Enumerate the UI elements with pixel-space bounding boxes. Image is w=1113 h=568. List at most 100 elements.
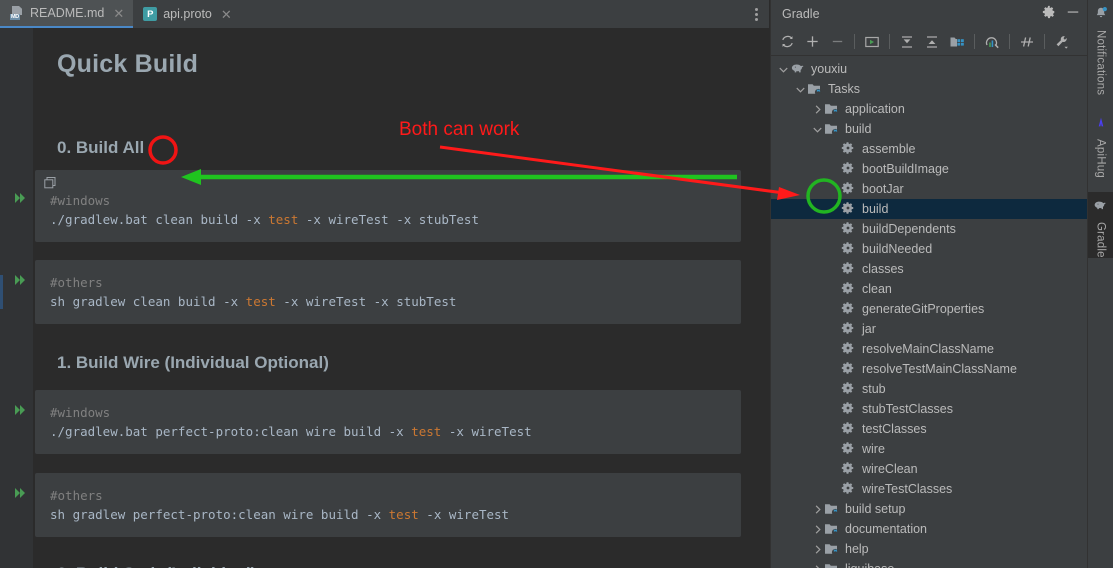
chevron-right-icon[interactable]	[811, 559, 824, 568]
chevron-right-icon[interactable]	[811, 539, 824, 559]
tasks-grouping-icon[interactable]	[945, 31, 969, 53]
code-block[interactable]: #windows ./gradlew.bat clean build -x te…	[35, 170, 741, 242]
strip-tab-label: Gradle	[1094, 222, 1107, 258]
tree-row-wiretestclasses[interactable]: wireTestClasses	[771, 479, 1087, 499]
editor-tabs-overflow-menu[interactable]	[742, 0, 770, 28]
tree-row-build[interactable]: build	[771, 199, 1087, 219]
tree-row-wire[interactable]: wire	[771, 439, 1087, 459]
code-text: -x wireTest	[441, 424, 532, 439]
tree-row-bootbuildimage[interactable]: bootBuildImage	[771, 159, 1087, 179]
strip-tab-notifications[interactable]: Notifications	[1088, 0, 1113, 95]
tree-chevron-placeholder	[828, 319, 841, 339]
gear-task-icon	[841, 481, 857, 497]
code-block[interactable]: #windows ./gradlew.bat perfect-proto:cle…	[35, 390, 741, 454]
strip-tab-apihug[interactable]: ApiHug	[1088, 109, 1113, 178]
run-configuration-icon[interactable]	[860, 31, 884, 53]
tree-row-generategitproperties[interactable]: generateGitProperties	[771, 299, 1087, 319]
tree-row-clean[interactable]: clean	[771, 279, 1087, 299]
chevron-down-icon[interactable]	[777, 59, 790, 79]
run-gutter-icon[interactable]	[13, 191, 27, 205]
tree-row-label: stub	[862, 381, 886, 396]
code-text: ./gradlew.bat perfect-proto:clean wire b…	[50, 424, 412, 439]
tree-row-assemble[interactable]: assemble	[771, 139, 1087, 159]
close-icon[interactable]: ✕	[113, 7, 124, 20]
tree-chevron-placeholder	[828, 199, 841, 219]
more-vertical-icon	[754, 7, 758, 21]
build-tool-settings-icon[interactable]	[1050, 31, 1074, 53]
tree-row-stubtestclasses[interactable]: stubTestClasses	[771, 399, 1087, 419]
tree-row-help[interactable]: help	[771, 539, 1087, 559]
tree-row-documentation[interactable]: documentation	[771, 519, 1087, 539]
gear-task-icon	[841, 241, 857, 257]
code-comment: #others	[50, 488, 103, 503]
gradle-panel-title: Gradle	[782, 7, 820, 21]
tree-row-build-setup[interactable]: build setup	[771, 499, 1087, 519]
tree-row-resolvemainclassname[interactable]: resolveMainClassName	[771, 339, 1087, 359]
tree-row-label: youxiu	[811, 61, 848, 76]
code-block[interactable]: #others sh gradlew clean build -x test -…	[35, 260, 741, 324]
editor-tab-readme[interactable]: MD README.md ✕	[0, 0, 134, 28]
gear-task-icon	[841, 321, 857, 337]
task-folder-icon	[807, 81, 823, 97]
tree-row-youxiu[interactable]: youxiu	[771, 59, 1087, 79]
settings-gear-icon[interactable]	[1042, 5, 1056, 24]
gear-task-icon	[841, 161, 857, 177]
toggle-offline-icon[interactable]	[1015, 31, 1039, 53]
tree-row-liquibase[interactable]: liquibase	[771, 559, 1087, 568]
tree-row-label: testClasses	[862, 421, 927, 436]
minimize-icon[interactable]	[1066, 5, 1080, 24]
task-folder-icon	[824, 561, 840, 568]
editor-tab-apiproto[interactable]: P api.proto ✕	[133, 0, 241, 28]
editor-tab-label: README.md	[30, 6, 105, 20]
code-text: -x wireTest -x stubTest	[275, 294, 457, 309]
copy-icon[interactable]	[44, 176, 56, 189]
tree-row-buildneeded[interactable]: buildNeeded	[771, 239, 1087, 259]
code-text: ./gradlew.bat clean build -x	[50, 212, 269, 227]
tree-row-label: bootBuildImage	[862, 161, 949, 176]
chevron-right-icon[interactable]	[811, 99, 824, 119]
tree-row-testclasses[interactable]: testClasses	[771, 419, 1087, 439]
run-gutter-icon[interactable]	[13, 403, 27, 417]
chevron-right-icon[interactable]	[811, 499, 824, 519]
tree-chevron-placeholder	[828, 379, 841, 399]
add-icon[interactable]	[800, 31, 824, 53]
expand-all-icon[interactable]	[895, 31, 919, 53]
tree-row-label: jar	[862, 321, 876, 336]
tree-row-bootjar[interactable]: bootJar	[771, 179, 1087, 199]
task-folder-icon	[824, 521, 840, 537]
tree-row-stub[interactable]: stub	[771, 379, 1087, 399]
tree-row-jar[interactable]: jar	[771, 319, 1087, 339]
close-icon[interactable]: ✕	[221, 8, 232, 21]
tree-row-resolvetestmainclassname[interactable]: resolveTestMainClassName	[771, 359, 1087, 379]
run-gutter-icon[interactable]	[13, 486, 27, 500]
gradle-task-tree[interactable]: youxiu Tasks application build assemble bootB…	[771, 56, 1087, 568]
tree-row-build[interactable]: build	[771, 119, 1087, 139]
profiler-icon[interactable]	[980, 31, 1004, 53]
remove-icon[interactable]	[825, 31, 849, 53]
strip-tab-gradle[interactable]: Gradle	[1087, 192, 1113, 258]
collapse-all-icon[interactable]	[920, 31, 944, 53]
tree-row-tasks[interactable]: Tasks	[771, 79, 1087, 99]
gear-task-icon	[841, 361, 857, 377]
run-gutter-icon[interactable]	[13, 273, 27, 287]
strip-tab-label: ApiHug	[1094, 139, 1107, 179]
chevron-right-icon[interactable]	[811, 519, 824, 539]
chevron-down-icon[interactable]	[811, 119, 824, 139]
tree-row-label: wireTestClasses	[862, 481, 953, 496]
tree-row-classes[interactable]: classes	[771, 259, 1087, 279]
scroll-marker[interactable]	[0, 275, 3, 309]
tree-row-builddependents[interactable]: buildDependents	[771, 219, 1087, 239]
code-keyword: test	[388, 507, 419, 522]
tree-chevron-placeholder	[828, 479, 841, 499]
tree-row-label: generateGitProperties	[862, 301, 985, 316]
gear-task-icon	[841, 401, 857, 417]
chevron-down-icon[interactable]	[794, 79, 807, 99]
tree-row-wireclean[interactable]: wireClean	[771, 459, 1087, 479]
code-block[interactable]: #others sh gradlew perfect-proto:clean w…	[35, 473, 741, 537]
toolbar-divider	[1044, 34, 1045, 49]
code-comment: #windows	[50, 193, 111, 208]
tree-row-label: application	[845, 101, 905, 116]
refresh-icon[interactable]	[775, 31, 799, 53]
tree-row-application[interactable]: application	[771, 99, 1087, 119]
bell-icon	[1094, 6, 1108, 25]
